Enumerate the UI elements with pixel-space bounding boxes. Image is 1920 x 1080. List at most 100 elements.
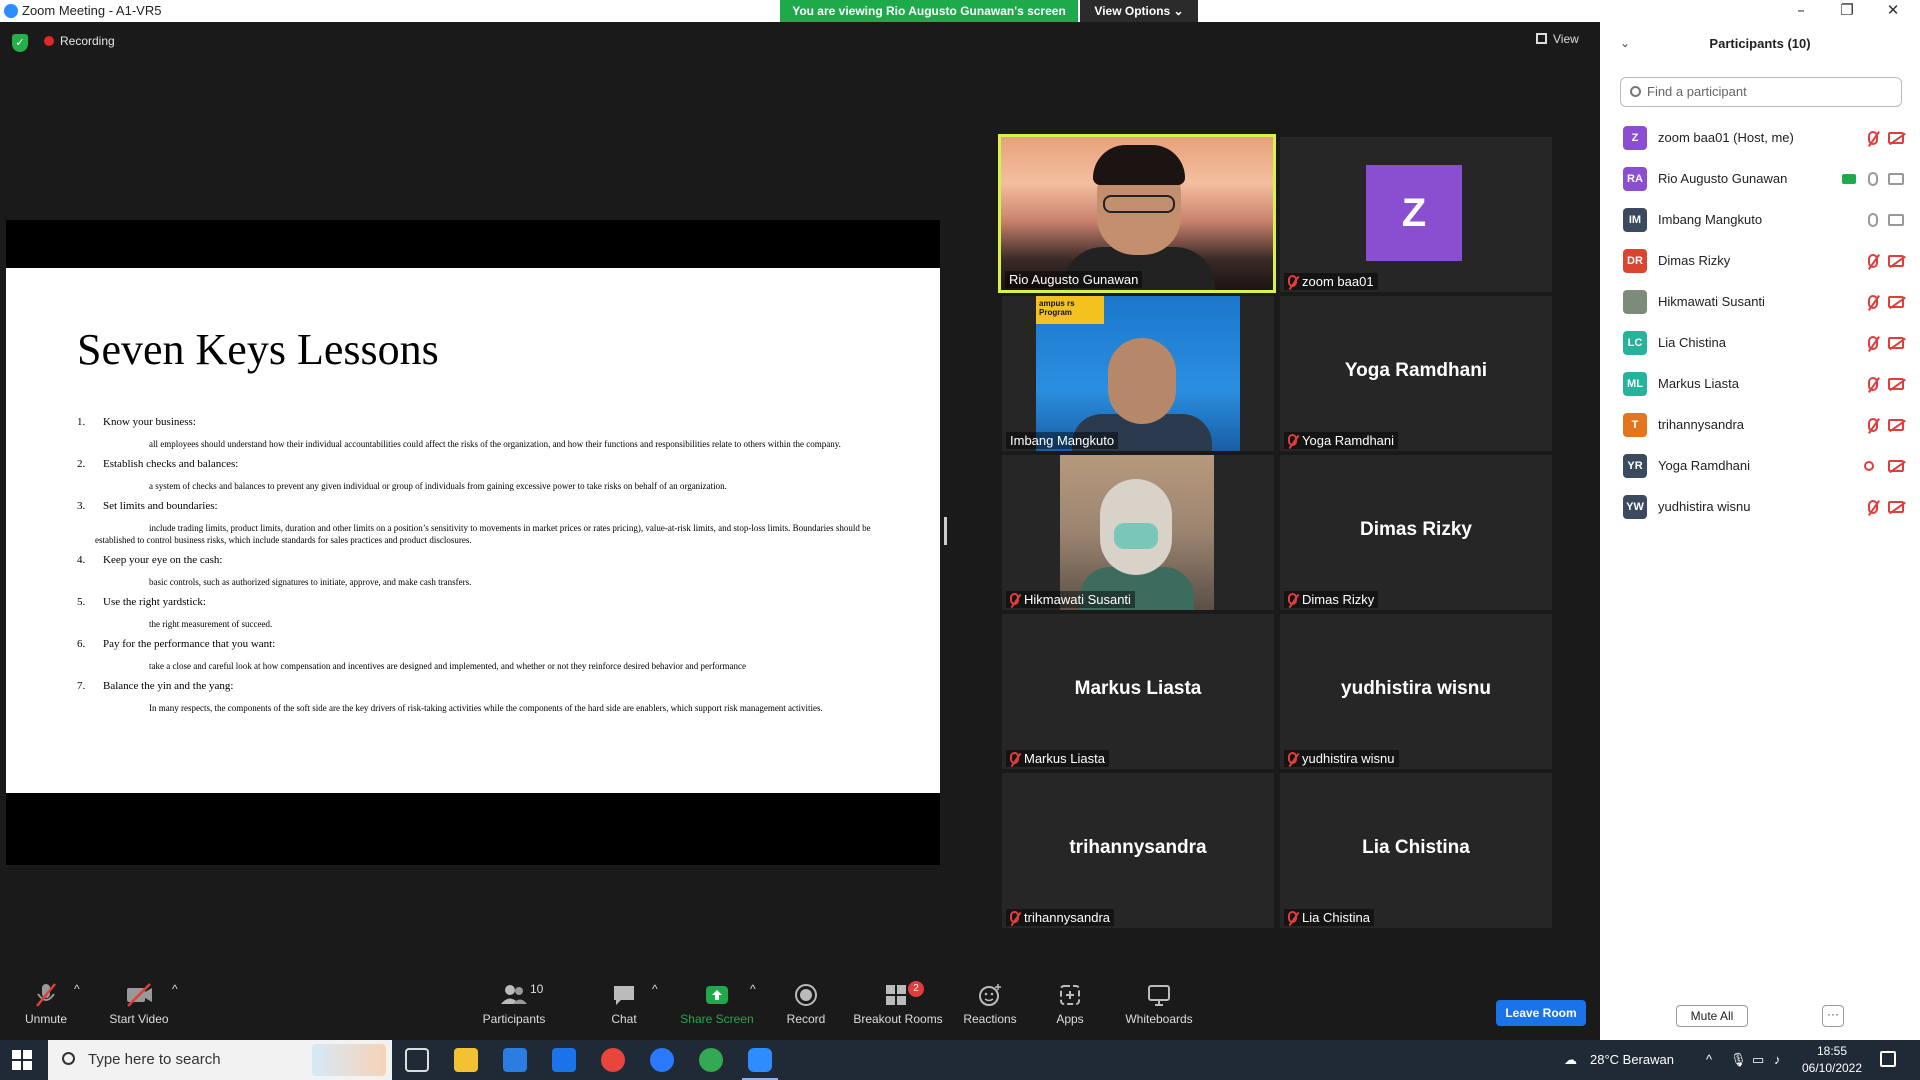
- chat-options-caret[interactable]: ^: [652, 982, 658, 996]
- mute-all-button[interactable]: Mute All: [1676, 1005, 1748, 1027]
- apps-button[interactable]: Apps: [1054, 982, 1086, 1026]
- mic-icon[interactable]: [1868, 172, 1878, 186]
- mic-muted-icon[interactable]: [1868, 131, 1878, 145]
- participant-row[interactable]: LC Lia Chistina: [1620, 323, 1910, 364]
- participant-video: [1001, 137, 1273, 290]
- breakout-rooms-button[interactable]: 2 Breakout Rooms: [852, 981, 944, 1026]
- chrome-icon[interactable]: [601, 1048, 625, 1072]
- close-icon[interactable]: ✕: [1870, 0, 1916, 22]
- task-view-icon[interactable]: [405, 1048, 429, 1072]
- mic-muted-icon[interactable]: [1868, 336, 1878, 350]
- participant-row[interactable]: Z zoom baa01 (Host, me): [1620, 118, 1910, 159]
- participant-video: [1060, 455, 1214, 610]
- audio-options-caret[interactable]: ^: [74, 982, 80, 996]
- share-screen-button[interactable]: Share Screen: [680, 982, 754, 1026]
- more-options-button[interactable]: ···: [1822, 1005, 1844, 1027]
- video-off-icon[interactable]: [1888, 460, 1904, 472]
- video-tile-yoga[interactable]: Yoga Ramdhani Yoga Ramdhani: [1280, 296, 1552, 451]
- whiteboards-button[interactable]: Whiteboards: [1124, 982, 1194, 1026]
- participant-row[interactable]: RA Rio Augusto Gunawan: [1620, 159, 1910, 200]
- teamviewer-icon[interactable]: [650, 1048, 674, 1072]
- participant-name: trihannysandra: [1658, 417, 1744, 432]
- tray-expand-icon[interactable]: ^: [1706, 1052, 1712, 1067]
- share-options-caret[interactable]: ^: [750, 982, 756, 996]
- split-view-handle[interactable]: [944, 517, 947, 545]
- mic-icon[interactable]: [1868, 213, 1878, 227]
- recording-label: Recording: [60, 34, 115, 48]
- file-explorer-icon[interactable]: [454, 1048, 478, 1072]
- view-button[interactable]: View: [1536, 32, 1592, 54]
- video-off-icon[interactable]: [1888, 296, 1904, 308]
- minimize-icon[interactable]: –: [1778, 0, 1824, 22]
- record-button[interactable]: Record: [786, 982, 826, 1026]
- taskbar-search-input[interactable]: Type here to search: [48, 1040, 392, 1080]
- view-options-button[interactable]: View Options ⌄: [1080, 0, 1198, 22]
- video-tile-hikmawati[interactable]: Hikmawati Susanti: [1002, 455, 1274, 610]
- participant-row[interactable]: IM Imbang Mangkuto: [1620, 200, 1910, 241]
- video-tile-yudhistira[interactable]: yudhistira wisnu yudhistira wisnu: [1280, 614, 1552, 769]
- participant-video: ampus rs Program: [1036, 296, 1240, 451]
- zoom-taskbar-icon[interactable]: [742, 1048, 778, 1080]
- participant-name: Dimas Rizky: [1658, 253, 1731, 268]
- participant-row[interactable]: YW yudhistira wisnu: [1620, 487, 1910, 528]
- mic-muted-icon[interactable]: [1868, 377, 1878, 391]
- video-off-icon[interactable]: [1888, 132, 1904, 144]
- participant-row[interactable]: T trihannysandra: [1620, 405, 1910, 446]
- item-description: a system of checks and balances to preve…: [149, 481, 727, 491]
- video-options-caret[interactable]: ^: [172, 982, 178, 996]
- leave-room-button[interactable]: Leave Room: [1496, 1000, 1586, 1026]
- item-number: 6.: [77, 638, 86, 650]
- tile-display-name: trihannysandra: [1069, 837, 1207, 858]
- reactions-button[interactable]: Reactions: [962, 982, 1018, 1026]
- video-tile-zoom[interactable]: Z zoom baa01: [1280, 137, 1552, 292]
- video-tile-rio[interactable]: Rio Augusto Gunawan: [998, 134, 1276, 293]
- taskbar-clock[interactable]: 18:55 06/10/2022: [1796, 1043, 1868, 1077]
- slide-item: 1. Know your business: all employees shoul…: [77, 416, 877, 450]
- video-tile-markus[interactable]: Markus Liasta Markus Liasta: [1002, 614, 1274, 769]
- unmute-button[interactable]: Unmute: [18, 982, 74, 1026]
- windows-start-icon[interactable]: [12, 1050, 32, 1070]
- video-off-icon[interactable]: [1888, 419, 1904, 431]
- mail-icon[interactable]: [552, 1048, 576, 1072]
- mic-muted-icon[interactable]: [1868, 418, 1878, 432]
- chat-button[interactable]: Chat: [606, 982, 642, 1026]
- start-video-button[interactable]: Start Video: [104, 982, 174, 1026]
- item-heading: Pay for the performance that you want:: [103, 638, 276, 650]
- restore-icon[interactable]: ❐: [1824, 0, 1870, 22]
- mic-muted-icon[interactable]: [1868, 254, 1878, 268]
- mic-muted-icon[interactable]: [1868, 500, 1878, 514]
- participant-row[interactable]: ML Markus Liasta: [1620, 364, 1910, 405]
- recording-indicator[interactable]: Recording: [44, 34, 115, 48]
- video-tile-dimas[interactable]: Dimas Rizky Dimas Rizky: [1280, 455, 1552, 610]
- video-tile-lia[interactable]: Lia Chistina Lia Chistina: [1280, 773, 1552, 928]
- video-icon[interactable]: [1888, 173, 1904, 185]
- security-shield-icon[interactable]: ✓: [12, 34, 28, 52]
- participant-row[interactable]: YR Yoga Ramdhani: [1620, 446, 1910, 487]
- video-off-icon[interactable]: [1888, 501, 1904, 513]
- microphone-tray-icon[interactable]: 🎙: [1730, 1052, 1747, 1068]
- video-tile-trihannysandra[interactable]: trihannysandra trihannysandra: [1002, 773, 1274, 928]
- avatar: Z: [1623, 126, 1647, 150]
- network-icon[interactable]: ▭: [1752, 1052, 1764, 1068]
- video-off-icon[interactable]: [1888, 255, 1904, 267]
- weather-text[interactable]: 28°C Berawan: [1590, 1052, 1674, 1067]
- video-off-icon[interactable]: [1888, 378, 1904, 390]
- chrome-profile-icon[interactable]: [699, 1048, 723, 1072]
- participant-row[interactable]: DR Dimas Rizky: [1620, 241, 1910, 282]
- volume-icon[interactable]: ♪: [1774, 1052, 1781, 1067]
- participant-row[interactable]: Hikmawati Susanti: [1620, 282, 1910, 323]
- participant-search-input[interactable]: Find a participant: [1620, 77, 1902, 107]
- avatar: LC: [1623, 331, 1647, 355]
- avatar-photo: [1623, 290, 1647, 314]
- mic-muted-icon[interactable]: [1868, 295, 1878, 309]
- video-off-icon[interactable]: [1888, 337, 1904, 349]
- microsoft-store-icon[interactable]: [503, 1048, 527, 1072]
- weather-cloud-icon[interactable]: ☁: [1564, 1052, 1577, 1068]
- participants-button[interactable]: 10 Participants: [478, 982, 550, 1026]
- video-tile-imbang[interactable]: ampus rs Program Imbang Mangkuto: [1002, 296, 1274, 451]
- item-description: take a close and careful look at how com…: [149, 661, 747, 671]
- item-heading: Know your business:: [103, 416, 196, 428]
- video-icon[interactable]: [1888, 214, 1904, 226]
- breakout-badge: 2: [908, 981, 924, 997]
- notification-icon[interactable]: [1880, 1051, 1896, 1067]
